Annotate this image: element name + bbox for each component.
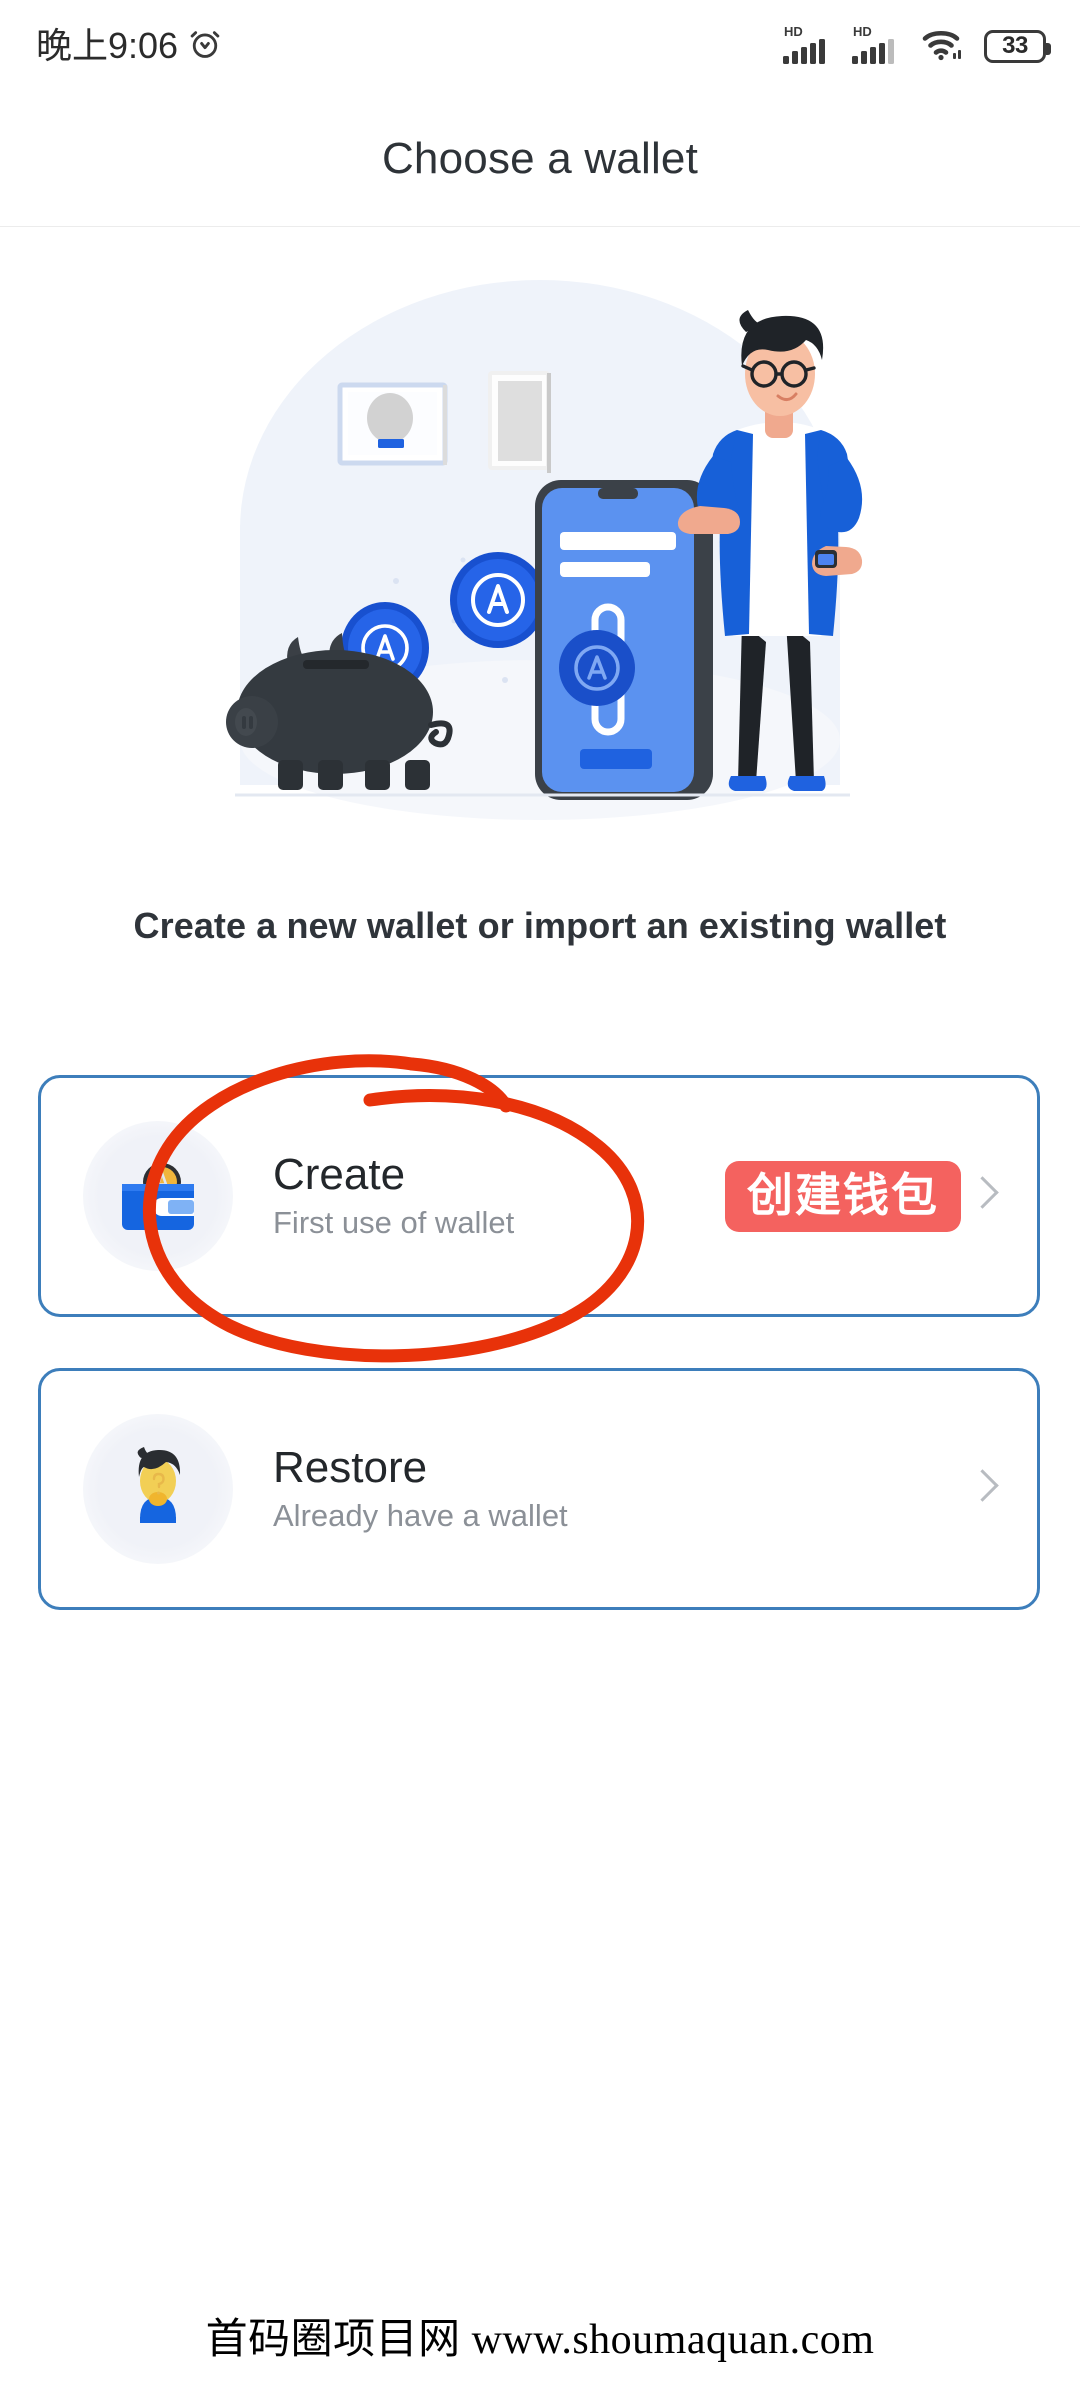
chevron-right-icon[interactable] xyxy=(967,1169,1001,1223)
option-card-restore[interactable]: Restore Already have a wallet xyxy=(38,1368,1040,1610)
svg-text:HD: HD xyxy=(853,24,872,39)
svg-text:HD: HD xyxy=(784,24,803,39)
status-bar-left: 晚上9:06 xyxy=(36,27,222,66)
option-title: Create xyxy=(273,1150,406,1200)
create-wallet-badge[interactable]: 创建钱包 xyxy=(725,1160,961,1232)
option-card-restore-text: Restore Already have a wallet xyxy=(273,1443,967,1534)
footer-watermark: 首码圈项目网 www.shoumaquan.com xyxy=(205,2317,875,2363)
alarm-clock-icon xyxy=(188,27,222,66)
coin-floating xyxy=(450,552,546,648)
option-card-create-text: Create First use of wallet xyxy=(273,1150,725,1241)
option-card-create[interactable]: Create First use of wallet 创建钱包 xyxy=(38,1075,1040,1317)
battery-level-label: 33 xyxy=(1002,32,1028,59)
signal-bars-sim1-icon: HD xyxy=(782,23,838,70)
status-bar-right: HD HD 33 xyxy=(782,23,1051,70)
phone-screen: 晚上9:06 HD HD 33 Choose a wallet Create a… xyxy=(0,0,1080,2400)
wallet-onboarding-illustration xyxy=(190,270,890,850)
page-title: Choose a wallet xyxy=(381,134,699,183)
user-avatar-icon xyxy=(83,1414,233,1564)
onboarding-subtitle: Create a new wallet or import an existin… xyxy=(133,905,947,946)
status-time: 晚上9:06 xyxy=(36,25,179,66)
status-bar: 晚上9:06 HD HD 33 xyxy=(0,0,1080,92)
option-subtitle: First use of wallet xyxy=(273,1204,515,1240)
wifi-icon xyxy=(920,24,968,69)
battery-icon: 33 xyxy=(984,29,1051,63)
option-subtitle: Already have a wallet xyxy=(273,1497,568,1533)
app-header: Choose a wallet xyxy=(0,92,1080,227)
signal-bars-sim2-icon: HD xyxy=(851,23,907,70)
wallet-icon xyxy=(83,1121,233,1271)
chevron-right-icon[interactable] xyxy=(967,1462,1001,1516)
option-title: Restore xyxy=(273,1443,428,1493)
